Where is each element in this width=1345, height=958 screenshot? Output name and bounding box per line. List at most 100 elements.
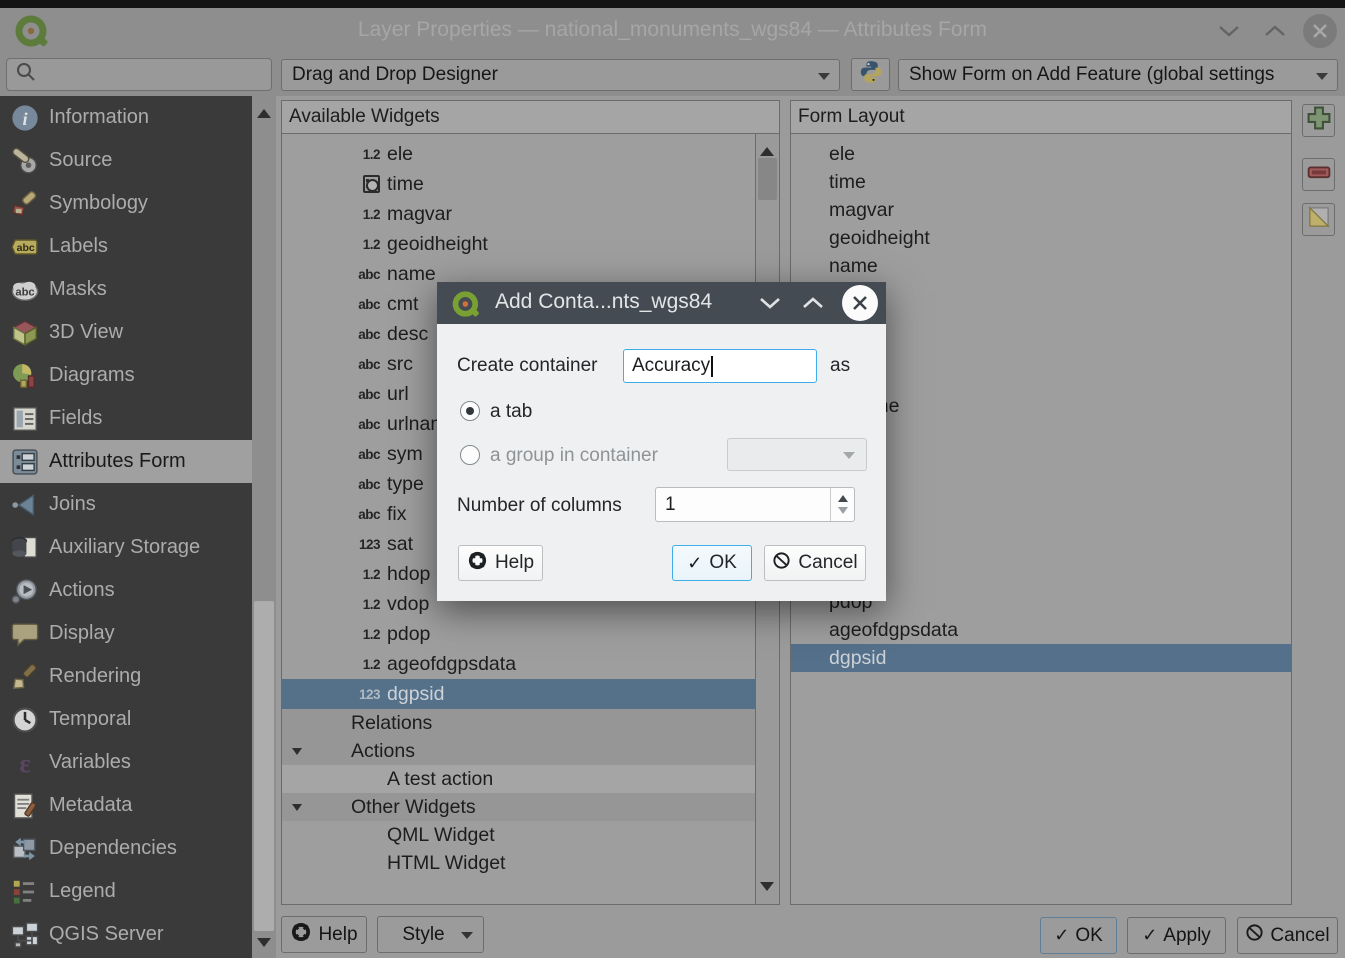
- sidebar-item-variables[interactable]: ε Variables: [0, 741, 252, 784]
- sidebar-item-fields[interactable]: Fields: [0, 397, 252, 440]
- window-close-icon[interactable]: [1303, 14, 1337, 48]
- spin-up-icon[interactable]: [838, 490, 848, 502]
- invert-selection-button[interactable]: [1302, 203, 1335, 236]
- apply-button[interactable]: ✓ Apply: [1127, 917, 1226, 954]
- widget-row[interactable]: Actions: [282, 737, 755, 765]
- text-caret: [711, 356, 713, 377]
- field-type-icon: 123: [352, 687, 380, 702]
- ok-button[interactable]: ✓ OK: [1040, 917, 1117, 954]
- sidebar-scrollbar[interactable]: [252, 96, 276, 958]
- widget-row[interactable]: QML Widget: [282, 821, 755, 849]
- scrollbar-thumb[interactable]: [254, 601, 274, 931]
- add-container-button[interactable]: [1302, 104, 1335, 137]
- form-layout-row[interactable]: magvar: [791, 196, 1291, 224]
- scroll-up-icon[interactable]: [760, 140, 774, 156]
- chevron-down-icon: [843, 452, 855, 465]
- sidebar-item-auxiliary-storage[interactable]: Auxiliary Storage: [0, 526, 252, 569]
- widget-row[interactable]: 1.2 magvar: [282, 199, 755, 229]
- widget-row[interactable]: time: [282, 169, 755, 199]
- form-layout-label: ageofdgpsdata: [829, 619, 958, 642]
- widget-row[interactable]: 1.2 ageofdgpsdata: [282, 649, 755, 679]
- remove-widget-button[interactable]: [1302, 158, 1335, 191]
- widget-row[interactable]: Other Widgets: [282, 793, 755, 821]
- sidebar-item-source[interactable]: Source: [0, 139, 252, 182]
- widget-row[interactable]: A test action: [282, 765, 755, 793]
- display-icon: [10, 619, 40, 649]
- widget-row[interactable]: Relations: [282, 709, 755, 737]
- widget-label: cmt: [387, 293, 418, 316]
- spinner-buttons[interactable]: [830, 488, 854, 521]
- cancel-slash-icon: [772, 551, 791, 576]
- dialog-cancel-button[interactable]: Cancel: [764, 545, 866, 581]
- cancel-button[interactable]: Cancel: [1237, 917, 1338, 954]
- form-layout-row[interactable]: ele: [791, 140, 1291, 168]
- form-layout-row[interactable]: name: [791, 252, 1291, 280]
- widget-row[interactable]: 1.2 ele: [282, 139, 755, 169]
- sidebar-item-symbology[interactable]: Symbology: [0, 182, 252, 225]
- dialog-maximize-icon[interactable]: [800, 293, 826, 313]
- widget-row[interactable]: 123 dgpsid: [282, 679, 755, 709]
- check-icon: ✓: [1142, 925, 1157, 946]
- container-name-input[interactable]: Accuracy: [623, 349, 817, 383]
- dialog-ok-button[interactable]: ✓ OK: [672, 545, 752, 581]
- sidebar-item-3d-view[interactable]: 3D View: [0, 311, 252, 354]
- sidebar-item-attributes-form[interactable]: Attributes Form: [0, 440, 252, 483]
- help-lifering-icon: [467, 550, 488, 577]
- scroll-up-icon[interactable]: [257, 102, 271, 118]
- sidebar-item-joins[interactable]: Joins: [0, 483, 252, 526]
- search-icon: [15, 61, 37, 88]
- sidebar-item-metadata[interactable]: Metadata: [0, 784, 252, 827]
- widget-label: dgpsid: [387, 683, 444, 706]
- dialog-titlebar[interactable]: Add Conta...nts_wgs84: [437, 282, 886, 324]
- sidebar-item-legend[interactable]: Legend: [0, 870, 252, 913]
- sidebar-item-qgis-server[interactable]: QGIS Server: [0, 913, 252, 956]
- create-container-label: Create container: [457, 355, 597, 377]
- widget-row[interactable]: HTML Widget: [282, 849, 755, 877]
- sidebar-item-labels[interactable]: abc Labels: [0, 225, 252, 268]
- attributes-form-icon: [10, 447, 40, 477]
- radio-group-in-container[interactable]: [460, 445, 480, 465]
- editor-layout-select[interactable]: Drag and Drop Designer: [281, 59, 840, 91]
- form-open-behavior-select[interactable]: Show Form on Add Feature (global setting…: [898, 59, 1338, 91]
- spin-down-icon[interactable]: [838, 507, 848, 519]
- search-input[interactable]: [6, 58, 272, 91]
- form-layout-row[interactable]: ageofdgpsdata: [791, 616, 1291, 644]
- window-titlebar: Layer Properties — national_monuments_wg…: [0, 8, 1345, 55]
- scroll-down-icon[interactable]: [257, 938, 271, 954]
- help-button[interactable]: Help: [281, 916, 367, 953]
- widget-label: src: [387, 353, 413, 376]
- sidebar-item-diagrams[interactable]: Diagrams: [0, 354, 252, 397]
- style-menu-button[interactable]: Style: [377, 916, 484, 953]
- field-type-icon: abc: [352, 387, 380, 402]
- scroll-down-icon[interactable]: [760, 882, 774, 898]
- columns-spinner[interactable]: 1: [655, 487, 855, 522]
- dialog-help-button[interactable]: Help: [458, 545, 543, 581]
- form-layout-row[interactable]: time: [791, 168, 1291, 196]
- form-layout-row[interactable]: dgpsid: [791, 644, 1291, 672]
- sidebar-item-masks[interactable]: abc Masks: [0, 268, 252, 311]
- sidebar-item-information[interactable]: i Information: [0, 96, 252, 139]
- widget-label: time: [387, 173, 424, 196]
- radio-a-tab[interactable]: [460, 401, 480, 421]
- field-type-icon: 1.2: [352, 597, 380, 612]
- widget-label: vdop: [387, 593, 429, 616]
- widget-row[interactable]: 1.2 geoidheight: [282, 229, 755, 259]
- sidebar-item-display[interactable]: Display: [0, 612, 252, 655]
- sidebar-item-rendering[interactable]: Rendering: [0, 655, 252, 698]
- dialog-shade-icon[interactable]: [757, 293, 783, 313]
- form-layout-row[interactable]: geoidheight: [791, 224, 1291, 252]
- widget-label: A test action: [387, 768, 493, 791]
- scrollbar-thumb[interactable]: [758, 158, 777, 200]
- window-shade-icon[interactable]: [1212, 14, 1246, 48]
- python-init-button[interactable]: [851, 58, 890, 91]
- sidebar-item-temporal[interactable]: Temporal: [0, 698, 252, 741]
- parent-container-select[interactable]: [727, 438, 867, 471]
- sidebar-item-actions[interactable]: Actions: [0, 569, 252, 612]
- sidebar-item-dependencies[interactable]: Dependencies: [0, 827, 252, 870]
- joins-icon: [10, 490, 40, 520]
- window-maximize-icon[interactable]: [1258, 14, 1292, 48]
- layer-properties-window: Layer Properties — national_monuments_wg…: [0, 0, 1345, 958]
- field-type-icon: abc: [352, 417, 380, 432]
- widget-row[interactable]: 1.2 pdop: [282, 619, 755, 649]
- dialog-close-icon[interactable]: [842, 285, 878, 321]
